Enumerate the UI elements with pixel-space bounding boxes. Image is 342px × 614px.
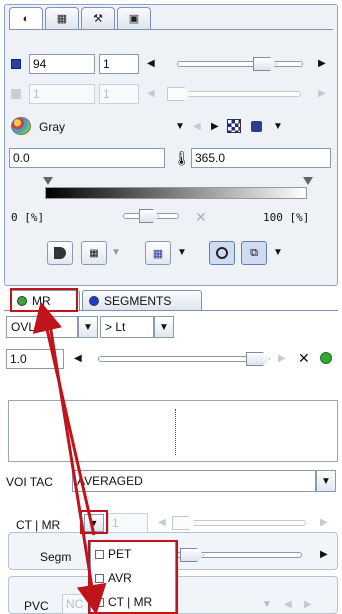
annotation-arrows — [32, 301, 107, 614]
dropdown-to-mr-arrow — [32, 301, 96, 536]
mr-to-ctmr-arrow — [46, 311, 107, 614]
